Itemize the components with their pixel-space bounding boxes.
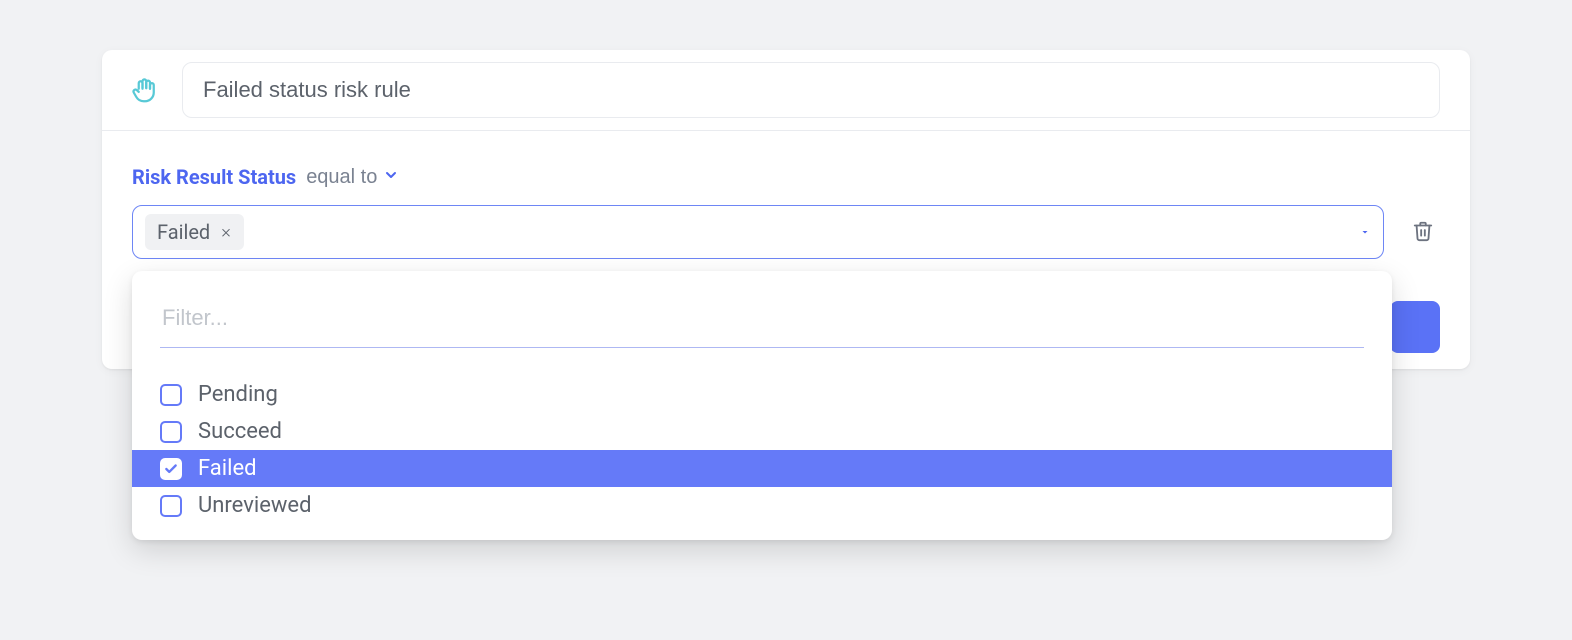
rule-title-input[interactable]	[182, 62, 1440, 118]
checkbox-icon	[160, 458, 182, 480]
selected-chip-failed: Failed	[145, 214, 244, 250]
status-multiselect[interactable]: Failed	[132, 205, 1384, 259]
operator-select[interactable]: equal to	[306, 166, 399, 189]
chevron-down-icon	[383, 166, 399, 189]
hand-icon	[128, 73, 162, 107]
dropdown-filter-input[interactable]	[160, 295, 1364, 348]
value-select-row: Failed	[132, 205, 1440, 259]
dropdown-caret-icon	[1359, 223, 1371, 242]
option-succeed[interactable]: Succeed	[132, 413, 1392, 450]
card-header	[102, 50, 1470, 131]
trash-icon	[1412, 220, 1434, 242]
dropdown-options-list: Pending Succeed Failed	[132, 376, 1392, 524]
condition-label-row: Risk Result Status equal to	[132, 165, 1440, 189]
option-label: Failed	[198, 456, 257, 481]
rule-card: Risk Result Status equal to Failed	[102, 50, 1470, 369]
status-dropdown-panel: Pending Succeed Failed	[132, 271, 1392, 540]
option-label: Succeed	[198, 419, 282, 444]
option-label: Unreviewed	[198, 493, 311, 518]
option-pending[interactable]: Pending	[132, 376, 1392, 413]
option-unreviewed[interactable]: Unreviewed	[132, 487, 1392, 524]
option-label: Pending	[198, 382, 278, 407]
operator-label: equal to	[306, 166, 377, 189]
close-icon	[220, 226, 232, 238]
checkbox-icon	[160, 421, 182, 443]
submit-button-peek[interactable]	[1390, 301, 1440, 353]
delete-condition-button[interactable]	[1406, 214, 1440, 251]
chip-remove-button[interactable]	[220, 223, 232, 241]
checkbox-icon	[160, 384, 182, 406]
chip-label: Failed	[157, 220, 210, 244]
option-failed[interactable]: Failed	[132, 450, 1392, 487]
field-name-label: Risk Result Status	[132, 165, 296, 189]
card-body: Risk Result Status equal to Failed	[102, 131, 1470, 369]
checkbox-icon	[160, 495, 182, 517]
